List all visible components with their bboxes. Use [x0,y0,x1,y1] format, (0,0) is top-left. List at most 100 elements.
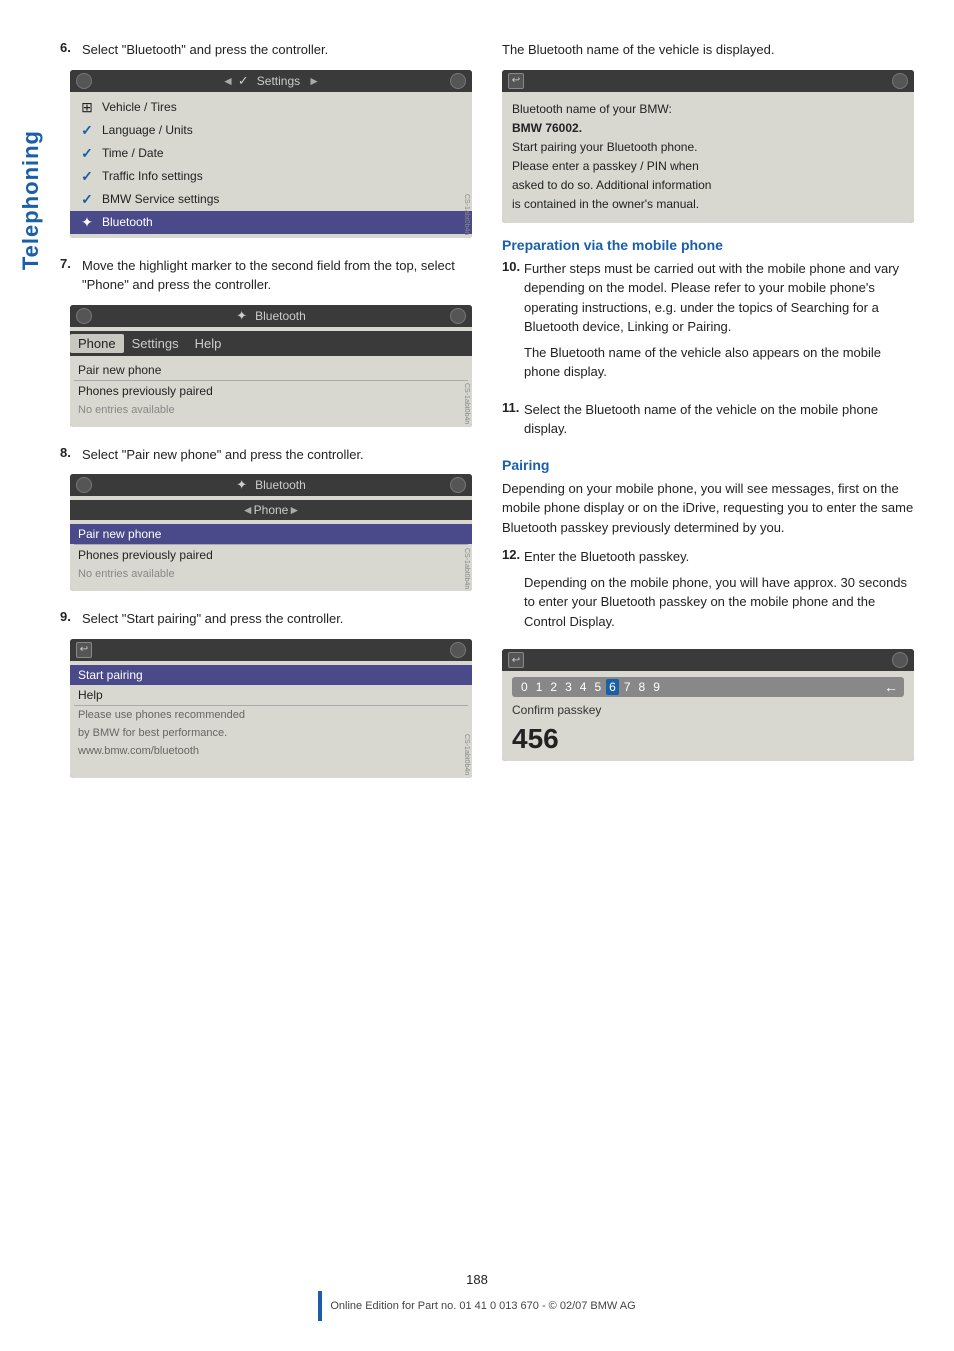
digit-4: 4 [577,679,590,695]
digit-8: 8 [636,679,649,695]
bt-tab-bar-1: Phone Settings Help [70,331,472,356]
page-footer: 188 Online Edition for Part no. 01 41 0 … [0,1272,954,1321]
step-8-num: 8. [60,445,82,460]
passkey-header: ↩ [502,649,914,671]
settings-title: ◄ ✓ Settings ► [92,73,450,89]
screen-watermark-2: CS-1abt0b4n [463,383,470,424]
bt-item-pair-new-2: Pair new phone [70,524,472,544]
lang-check-icon: ✓ [78,122,96,139]
sp-item-text2: by BMW for best performance. [70,724,472,742]
step-10-text: Further steps must be carried out with t… [524,259,914,337]
settings-screen-header: ◄ ✓ Settings ► [70,70,472,92]
bluetooth-screen-2: ✦ Bluetooth ◄ Phone ► Pair new phone Pho [70,474,472,591]
passkey-value: 456 [512,723,904,755]
step-7-text: Move the highlight marker to the second … [82,256,472,295]
bt-screen-1-header: ✦ Bluetooth [70,305,472,327]
step-9-text: Select "Start pairing" and press the con… [82,609,343,629]
passkey-confirm-label: Confirm passkey [512,703,904,717]
bt-knob-right-1 [450,308,466,324]
screen-watermark-3: CS-1abt0b4n [463,548,470,589]
screen-watermark-4: CS-1abt0b4n [463,734,470,775]
time-check-icon: ✓ [78,145,96,162]
bt-menu-items-1: Pair new phone Phones previously paired … [70,356,472,423]
bt-info-line-5: asked to do so. Additional information [512,176,904,195]
step-7-block: 7. Move the highlight marker to the seco… [60,256,472,427]
step-12-block: 12. Enter the Bluetooth passkey. Dependi… [502,547,914,631]
step-9-num: 9. [60,609,82,624]
digit-2: 2 [547,679,560,695]
preparation-heading: Preparation via the mobile phone [502,237,914,253]
bluetooth-screen-1: ✦ Bluetooth Phone Settings Help Pair new… [70,305,472,427]
pairing-text: Depending on your mobile phone, you will… [502,479,914,538]
sp-knob-right [450,642,466,658]
digit-0: 0 [518,679,531,695]
bt-tab-phone: Phone [70,334,124,353]
step-12-num: 12. [502,547,524,562]
step-11-text: Select the Bluetooth name of the vehicle… [524,400,914,439]
sp-item-url: www.bmw.com/bluetooth [70,742,472,760]
settings-item-4: ✓ Traffic Info settings [70,165,472,188]
sp-item-text1: Please use phones recommended [70,706,472,724]
footer-text: Online Edition for Part no. 01 41 0 013 … [330,1300,635,1312]
bt-item-no-entries: No entries available [70,401,472,419]
sp-spacer [70,760,472,774]
backspace-icon: ← [884,679,898,695]
sp-screen-header: ↩ [70,639,472,661]
settings-screen: ◄ ✓ Settings ► ⊞ Vehicle / Tires ✓ Langu… [70,70,472,238]
bt-info-line-3: Start pairing your Bluetooth phone. [512,138,904,157]
bluetooth-icon: ✦ [78,214,96,231]
side-label: Telephoning [18,130,44,270]
step-10-block: 10. Further steps must be carried out wi… [502,259,914,382]
footer-bar-decoration [318,1291,322,1321]
settings-item-1: ⊞ Vehicle / Tires [70,96,472,119]
step-12-text: Enter the Bluetooth passkey. [524,547,689,567]
bt-info-header: ↩ [502,70,914,92]
passkey-back-icon: ↩ [508,652,524,668]
settings-item-2: ✓ Language / Units [70,119,472,142]
settings-screen-body: ⊞ Vehicle / Tires ✓ Language / Units ✓ T… [70,92,472,238]
bt-item-previously: Phones previously paired [70,381,472,401]
bt-knob-left-1 [76,308,92,324]
step-9-block: 9. Select "Start pairing" and press the … [60,609,472,778]
bmw-check-icon: ✓ [78,191,96,208]
bt-title-1: ✦ Bluetooth [92,308,450,324]
bt-menu-items-2: Pair new phone Phones previously paired … [70,520,472,587]
right-column: The Bluetooth name of the vehicle is dis… [502,40,914,796]
right-intro-text: The Bluetooth name of the vehicle is dis… [502,40,914,60]
digit-5: 5 [591,679,604,695]
passkey-digit-list: 0 1 2 3 4 5 6 7 8 9 [518,679,663,695]
digit-6-active: 6 [606,679,619,695]
sp-item-help: Help [70,685,472,705]
bt-screen-1-body: Phone Settings Help Pair new phone Phone… [70,327,472,427]
step-12-subtext: Depending on the mobile phone, you will … [524,573,914,632]
bt-item-pair-new: Pair new phone [70,360,472,380]
bt-info-body: Bluetooth name of your BMW: BMW 76002. S… [502,92,914,223]
settings-item-5: ✓ BMW Service settings [70,188,472,211]
step-10-num: 10. [502,259,524,274]
traffic-check-icon: ✓ [78,168,96,185]
bt-info-line-1: Bluetooth name of your BMW: [512,100,904,119]
step-7-num: 7. [60,256,82,271]
passkey-digits-row: 0 1 2 3 4 5 6 7 8 9 ← [512,677,904,697]
bt-screen-2-body: ◄ Phone ► Pair new phone Phones previous… [70,496,472,591]
digit-9: 9 [650,679,663,695]
start-pairing-screen: ↩ Start pairing Help Please use phones r… [70,639,472,778]
step-8-text: Select "Pair new phone" and press the co… [82,445,364,465]
digit-1: 1 [533,679,546,695]
bt-info-line-4: Please enter a passkey / PIN when [512,157,904,176]
bt-knob-left-2 [76,477,92,493]
bt-item-previously-2: Phones previously paired [70,545,472,565]
bt-info-knob [892,73,908,89]
bt-subtitle-bar: ◄ Phone ► [70,500,472,520]
step-6-num: 6. [60,40,82,55]
settings-item-3: ✓ Time / Date [70,142,472,165]
bt-item-no-entries-2: No entries available [70,565,472,583]
bt-tab-settings: Settings [124,334,187,353]
sp-item-start: Start pairing [70,665,472,685]
screen-watermark-1: CS-1abt0b4n [463,194,470,235]
sp-screen-body: Start pairing Help Please use phones rec… [70,661,472,778]
bt-knob-right-2 [450,477,466,493]
step-6-text: Select "Bluetooth" and press the control… [82,40,328,60]
step-6-block: 6. Select "Bluetooth" and press the cont… [60,40,472,238]
step-11-block: 11. Select the Bluetooth name of the veh… [502,400,914,439]
